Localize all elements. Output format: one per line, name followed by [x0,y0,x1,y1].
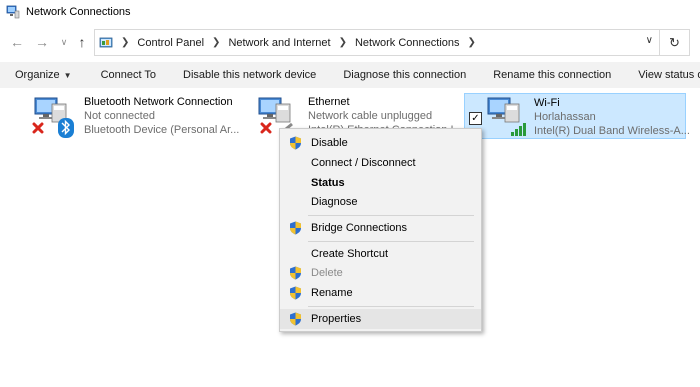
menu-item-rename[interactable]: Rename [280,283,481,303]
item-checkbox[interactable]: ✓ [469,112,482,125]
menu-item-label: Delete [311,267,343,279]
menu-item-label: Bridge Connections [311,222,408,234]
menu-separator [308,241,474,242]
breadcrumb-network-connections[interactable]: Network Connections [355,37,460,49]
context-menu: Disable Connect / Disconnect Status Diag… [279,128,482,332]
connect-to-button[interactable]: Connect To [86,69,168,81]
breadcrumb-separator-icon[interactable]: ❯ [339,37,347,48]
uac-shield-icon [290,266,301,280]
breadcrumb-separator-icon[interactable]: ❯ [212,37,220,48]
menu-item-label: Disable [311,137,348,149]
uac-shield-icon [290,221,301,235]
menu-item-label: Rename [311,287,353,299]
menu-item-delete[interactable]: Delete [280,263,481,283]
wifi-network-icon [487,97,526,136]
breadcrumb-separator-icon: ❯ [121,37,130,48]
bluetooth-network-icon [32,97,74,138]
connection-name: Bluetooth Network Connection [84,96,233,108]
refresh-icon[interactable]: ↻ [660,29,690,56]
connection-name: Ethernet [308,96,350,108]
error-x-icon [32,122,44,134]
menu-separator [308,215,474,216]
connection-status: Horlahassan [534,111,596,123]
window-title: Network Connections [26,6,131,18]
menu-item-label: Create Shortcut [311,248,389,260]
menu-item-status[interactable]: Status [280,173,481,193]
back-arrow-icon[interactable]: ← [9,33,25,51]
disable-device-button[interactable]: Disable this network device [168,69,328,81]
menu-item-label: Properties [311,313,362,325]
uac-shield-icon [290,286,301,300]
recent-locations-chevron-icon[interactable]: ∨ [56,33,72,51]
up-arrow-icon[interactable]: ↑ [74,33,90,51]
organize-label: Organize [15,69,60,81]
dropdown-caret-icon: ▼ [63,71,72,80]
connection-status: Network cable unplugged [308,110,433,122]
connection-device: Bluetooth Device (Personal Ar... [84,124,240,136]
connection-item-bluetooth[interactable]: Bluetooth Network Connection Not connect… [32,92,252,140]
menu-item-connect-disconnect[interactable]: Connect / Disconnect [280,153,481,173]
menu-item-label: Status [311,177,345,189]
connection-status: Not connected [84,110,155,122]
menu-item-properties[interactable]: Properties [280,309,481,329]
rename-connection-button[interactable]: Rename this connection [478,69,623,81]
connection-name: Wi-Fi [534,97,560,109]
uac-shield-icon [290,136,301,150]
breadcrumb-separator-icon[interactable]: ❯ [468,37,476,48]
view-status-button[interactable]: View status of this [623,69,700,81]
menu-item-create-shortcut[interactable]: Create Shortcut [280,244,481,264]
address-bar[interactable]: ❯ Control Panel ❯ Network and Internet ❯… [94,29,660,56]
title-bar: Network Connections [0,0,700,24]
network-connections-icon [6,5,20,19]
menu-item-label: Connect / Disconnect [311,157,416,169]
organize-button[interactable]: Organize ▼ [0,69,86,81]
connection-item-wifi[interactable]: ✓ Wi-Fi Horlahassan Intel(R) Dual Band W… [464,93,690,139]
menu-item-diagnose[interactable]: Diagnose [280,192,481,212]
bluetooth-icon [58,118,74,138]
menu-item-bridge-connections[interactable]: Bridge Connections [280,218,481,238]
diagnose-connection-button[interactable]: Diagnose this connection [328,69,478,81]
address-dropdown-chevron-icon[interactable]: ∨ [646,35,653,46]
control-panel-icon [99,37,113,47]
forward-arrow-icon[interactable]: → [34,33,50,51]
uac-shield-icon [290,312,301,326]
menu-item-label: Diagnose [311,196,358,208]
connection-device: Intel(R) Dual Band Wireless-A... [534,125,690,137]
breadcrumb-control-panel[interactable]: Control Panel [137,37,204,49]
command-bar: Organize ▼ Connect To Disable this networ… [0,62,700,88]
navigation-row: ← → ∨ ↑ ❯ Control Panel ❯ Network and In… [0,28,700,58]
menu-item-disable[interactable]: Disable [280,133,481,153]
error-x-icon [260,122,272,134]
signal-strength-icon [511,123,526,136]
breadcrumb-network-and-internet[interactable]: Network and Internet [228,37,330,49]
menu-separator [308,306,474,307]
